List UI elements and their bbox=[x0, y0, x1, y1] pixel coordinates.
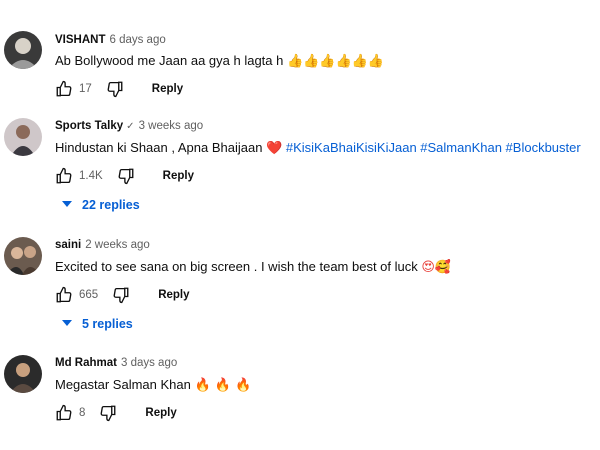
comment-actions: 8 Reply bbox=[55, 403, 177, 423]
comment-time[interactable]: 3 days ago bbox=[121, 357, 177, 369]
replies-count: 22 replies bbox=[82, 198, 140, 212]
hashtags[interactable]: #KisiKaBhaiKisiKiJaan #SalmanKhan #Block… bbox=[286, 140, 581, 155]
comment-actions: 1.4K Reply bbox=[55, 166, 194, 186]
comment-meta: saini 2 weeks ago bbox=[55, 239, 150, 251]
thumbs-down-icon[interactable] bbox=[117, 167, 135, 185]
verified-icon: ✓ bbox=[126, 121, 135, 132]
thumbs-up-icon[interactable] bbox=[55, 404, 73, 422]
comment-time[interactable]: 2 weeks ago bbox=[85, 239, 150, 251]
thumbs-down-icon[interactable] bbox=[99, 404, 117, 422]
heart-eyes-emojis: 😍🥰 bbox=[421, 260, 452, 275]
author-name[interactable]: Sports Talky bbox=[55, 120, 123, 132]
comment-actions: 665 Reply bbox=[55, 285, 190, 305]
caret-down-icon bbox=[62, 198, 82, 212]
comment-actions: 17 Reply bbox=[55, 79, 183, 99]
author-name[interactable]: VISHANT bbox=[55, 34, 105, 46]
reply-button[interactable]: Reply bbox=[158, 289, 189, 301]
avatar[interactable] bbox=[4, 237, 42, 275]
view-replies-button[interactable]: 5 replies bbox=[62, 317, 133, 331]
thumbs-up-icon[interactable] bbox=[55, 286, 73, 304]
author-name[interactable]: saini bbox=[55, 239, 81, 251]
thumbs-down-icon[interactable] bbox=[106, 80, 124, 98]
reply-button[interactable]: Reply bbox=[145, 407, 176, 419]
view-replies-button[interactable]: 22 replies bbox=[62, 198, 140, 212]
comment-meta: VISHANT 6 days ago bbox=[55, 34, 166, 46]
comment-meta: Sports Talky ✓ 3 weeks ago bbox=[55, 120, 203, 132]
like-count: 8 bbox=[79, 407, 86, 419]
reply-button[interactable]: Reply bbox=[163, 170, 194, 182]
comment-text: Excited to see sana on big screen . I wi… bbox=[55, 259, 451, 275]
avatar[interactable] bbox=[4, 355, 42, 393]
author-name[interactable]: Md Rahmat bbox=[55, 357, 117, 369]
comment-meta: Md Rahmat 3 days ago bbox=[55, 357, 177, 369]
avatar[interactable] bbox=[4, 118, 42, 156]
fire-emojis: 🔥 🔥 🔥 bbox=[194, 378, 252, 393]
comment-body: Hindustan ki Shaan , Apna Bhaijaan bbox=[55, 140, 263, 155]
comment-text: Ab Bollywood me Jaan aa gya h lagta h 👍👍… bbox=[55, 53, 384, 69]
comment-time[interactable]: 3 weeks ago bbox=[139, 120, 204, 132]
comment-body: Ab Bollywood me Jaan aa gya h lagta h bbox=[55, 53, 284, 68]
thumbs-down-icon[interactable] bbox=[112, 286, 130, 304]
like-count: 1.4K bbox=[79, 170, 103, 182]
reply-button[interactable]: Reply bbox=[152, 83, 183, 95]
comment-body: Excited to see sana on big screen . I wi… bbox=[55, 259, 418, 274]
comment-text: Megastar Salman Khan 🔥 🔥 🔥 bbox=[55, 377, 251, 393]
caret-down-icon bbox=[62, 317, 82, 331]
avatar[interactable] bbox=[4, 31, 42, 69]
comment-time[interactable]: 6 days ago bbox=[109, 34, 165, 46]
replies-count: 5 replies bbox=[82, 317, 133, 331]
thumbs-up-icon[interactable] bbox=[55, 167, 73, 185]
thumbs-emojis: 👍👍👍👍👍👍 bbox=[287, 54, 385, 69]
heart-emoji: ❤️ bbox=[266, 141, 283, 156]
thumbs-up-icon[interactable] bbox=[55, 80, 73, 98]
like-count: 17 bbox=[79, 83, 92, 95]
comment-body: Megastar Salman Khan bbox=[55, 377, 191, 392]
like-count: 665 bbox=[79, 289, 99, 301]
comment-text: Hindustan ki Shaan , Apna Bhaijaan ❤️ #K… bbox=[55, 140, 581, 156]
